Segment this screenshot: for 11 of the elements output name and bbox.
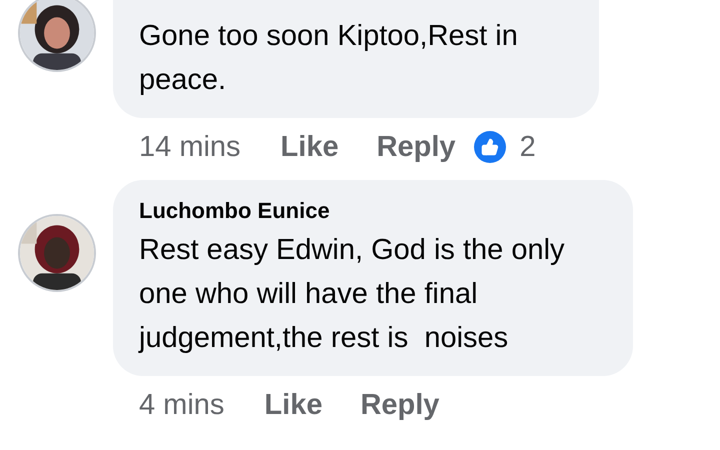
reaction-count[interactable]: 2 xyxy=(520,130,536,164)
comment-text: Rest easy Edwin, God is the only one who will have the final judgement,the rest is noises xyxy=(139,233,566,356)
author-name[interactable]: Luchombo Eunice xyxy=(139,198,607,224)
action-link[interactable]: Reply xyxy=(360,388,440,422)
action-link[interactable]: Like xyxy=(280,130,339,164)
comment-text: Gone too soon Kiptoo,Rest in peace. xyxy=(139,19,519,98)
action-link[interactable]: Like xyxy=(264,388,322,422)
action-link[interactable]: Reply xyxy=(376,130,456,164)
timestamp: 14 mins xyxy=(139,130,241,164)
timestamp: 4 mins xyxy=(139,388,224,422)
like-reaction-icon xyxy=(474,131,506,163)
